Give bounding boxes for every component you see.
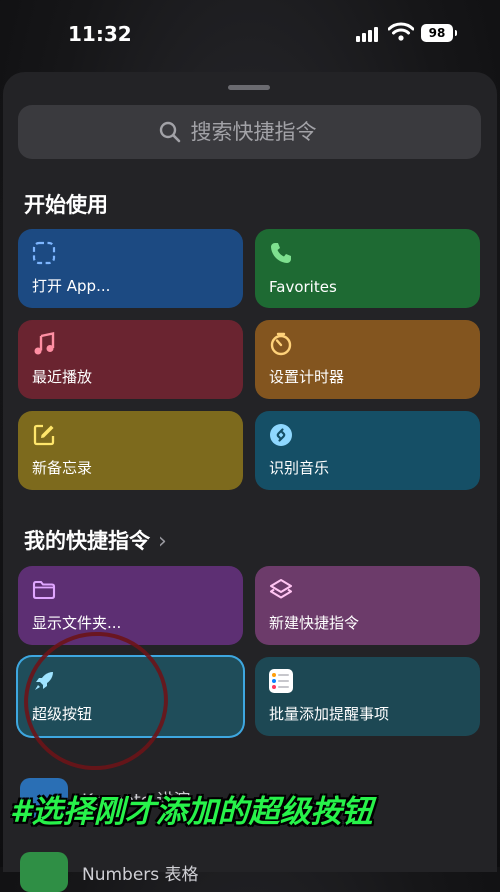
shazam-icon	[270, 424, 292, 446]
search-icon	[159, 121, 180, 143]
tile-set-timer[interactable]: 设置计时器	[255, 320, 480, 399]
layers-icon	[269, 578, 293, 599]
chevron-right-icon: ›	[158, 529, 167, 554]
tile-label: Favorites	[269, 278, 337, 296]
tile-batch-add-reminders[interactable]: 批量添加提醒事项	[255, 657, 480, 736]
list-item-numbers[interactable]: Numbers 表格	[20, 852, 490, 892]
list-item-label: Numbers 表格	[82, 865, 199, 885]
search-input[interactable]	[190, 120, 341, 144]
reminders-icon	[269, 669, 293, 693]
tile-label: 新建快捷指令	[269, 614, 360, 632]
dashed-square-icon	[32, 241, 56, 265]
section-title-my-shortcuts[interactable]: 我的快捷指令 ›	[24, 525, 167, 555]
tile-new-shortcut[interactable]: 新建快捷指令	[255, 566, 480, 645]
timer-icon	[270, 332, 292, 356]
tile-label: 打开 App...	[32, 277, 111, 295]
phone-icon	[271, 243, 291, 263]
search-bar[interactable]	[18, 105, 481, 159]
overlay-caption: #选择刚才添加的超级按钮	[10, 794, 373, 830]
folder-icon	[32, 580, 56, 600]
tile-label: 显示文件夹...	[32, 614, 122, 632]
wifi-icon	[388, 22, 414, 41]
numbers-app-icon	[20, 852, 68, 892]
tile-label: 批量添加提醒事项	[269, 705, 390, 723]
tile-label: 最近播放	[32, 368, 93, 386]
compose-icon	[33, 424, 55, 446]
clock: 11:32	[68, 22, 132, 46]
tile-show-folder[interactable]: 显示文件夹...	[18, 566, 243, 645]
section-title-label: 我的快捷指令	[24, 529, 150, 553]
tile-label: 识别音乐	[269, 459, 330, 477]
tile-label: 设置计时器	[269, 368, 345, 386]
section-title-getting-started: 开始使用	[24, 193, 108, 217]
tile-new-note[interactable]: 新备忘录	[18, 411, 243, 490]
tile-recognize-music[interactable]: 识别音乐	[255, 411, 480, 490]
cellular-signal-icon	[356, 26, 382, 42]
status-bar: 11:32 98	[0, 0, 500, 66]
music-note-icon	[34, 332, 55, 355]
tile-label: 新备忘录	[32, 459, 93, 477]
tile-recently-played[interactable]: 最近播放	[18, 320, 243, 399]
sheet-grabber[interactable]	[228, 85, 270, 90]
tile-favorites[interactable]: Favorites	[255, 229, 480, 308]
tile-open-app[interactable]: 打开 App...	[18, 229, 243, 308]
battery-indicator: 98	[421, 24, 457, 42]
